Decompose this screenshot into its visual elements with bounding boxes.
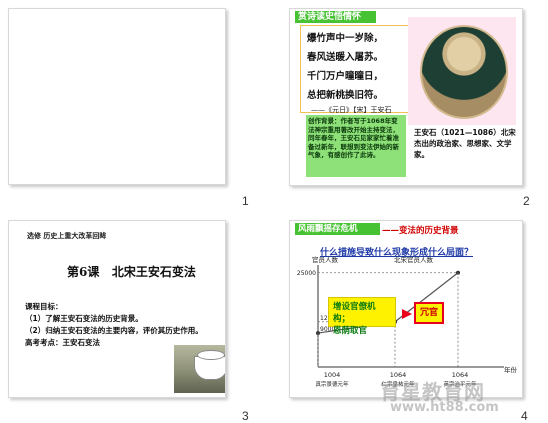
chart-title: 北宋官员人数 bbox=[394, 255, 434, 264]
slide-thumbnail-4[interactable]: 风雨飘摇存危机 ——变法的历史背景 什么措施导致什么现象形成什么局面？ 官员人数… bbox=[289, 220, 523, 398]
measure-line: 增设官僚机构； bbox=[333, 302, 376, 324]
poem-line: 爆竹声中一岁除， bbox=[307, 33, 384, 44]
slide-number: 1 bbox=[242, 194, 249, 208]
exam-point: 高考考点：王安石变法 bbox=[25, 338, 100, 347]
portrait-image bbox=[420, 25, 508, 119]
result-arrow bbox=[402, 309, 412, 319]
measure-line: 恩荫取官 bbox=[333, 326, 368, 336]
background-note-box: 创作背景：作者写于1068年变法神宗重用著改开始主持变法，同年春年，王安石见家家… bbox=[306, 115, 406, 177]
x-tick-sublabel: 真宗景德元年 bbox=[315, 380, 349, 388]
slide-thumbnail-3[interactable]: 选修 历史上重大改革回眸 第6课 北宋王安石变法 课程目标： （1）了解王安石变… bbox=[8, 220, 226, 398]
x-tick-label: 1004 bbox=[324, 371, 341, 379]
measure-box: 增设官僚机构； 恩荫取官 bbox=[328, 297, 396, 336]
goal-item: （1）了解王安石变法的历史背景。 bbox=[25, 314, 143, 323]
slide-number: 2 bbox=[523, 194, 530, 208]
y-axis-label: 官员人数 bbox=[312, 255, 339, 264]
result-box: 冗官 bbox=[414, 302, 444, 324]
lesson-title: 第6课 北宋王安石变法 bbox=[67, 265, 196, 279]
slide-header: 风雨飘摇存危机 bbox=[298, 224, 358, 234]
slide-header: 赏诗读史悟情怀 bbox=[298, 12, 362, 22]
result-label: 冗官 bbox=[419, 308, 438, 318]
background-text: 创作背景：作者写于1068年变法神宗重用著改开始主持变法，同年春年，王安石见家家… bbox=[308, 117, 399, 159]
slide-number: 3 bbox=[242, 409, 249, 423]
portrait-caption: 王安石（1021—1086）北宋杰出的政治家、思想家、文学家。 bbox=[414, 128, 516, 159]
slide-header-bar: 赏诗读史悟情怀 bbox=[295, 11, 376, 23]
poem-box: 爆竹声中一岁除， 春风送暖入屠苏。 千门万户曈曈日， 总把新桃换旧符。 ——《元… bbox=[300, 25, 412, 114]
watermark-url: www.ht88.com bbox=[390, 400, 499, 415]
y-tick-label: 25000 bbox=[297, 270, 316, 277]
poem-citation: ——《元日》【宋】王安石 bbox=[311, 106, 392, 114]
poem-line: 春风送暖入屠苏。 bbox=[307, 52, 384, 63]
teacup-lid bbox=[197, 350, 225, 360]
goal-item: （2）归纳王安石变法的主要内容，评价其历史作用。 bbox=[25, 326, 203, 335]
slide-header-bar: 风雨飘摇存危机 bbox=[295, 223, 380, 235]
slide-number: 4 bbox=[521, 409, 528, 423]
header-suffix: ——变法的历史背景 bbox=[382, 226, 459, 236]
slide-thumbnail-1[interactable] bbox=[8, 8, 226, 185]
course-label: 选修 历史上重大改革回眸 bbox=[27, 232, 107, 240]
goals-heading: 课程目标： bbox=[25, 302, 63, 311]
poem-line: 千门万户曈曈日， bbox=[307, 71, 384, 82]
poem-line: 总把新桃换旧符。 bbox=[307, 90, 384, 101]
slide-thumbnail-2[interactable]: 赏诗读史悟情怀 爆竹声中一岁除， 春风送暖入屠苏。 千门万户曈曈日， 总把新桃换… bbox=[289, 8, 523, 186]
x-axis-label: 年份 bbox=[504, 365, 518, 374]
